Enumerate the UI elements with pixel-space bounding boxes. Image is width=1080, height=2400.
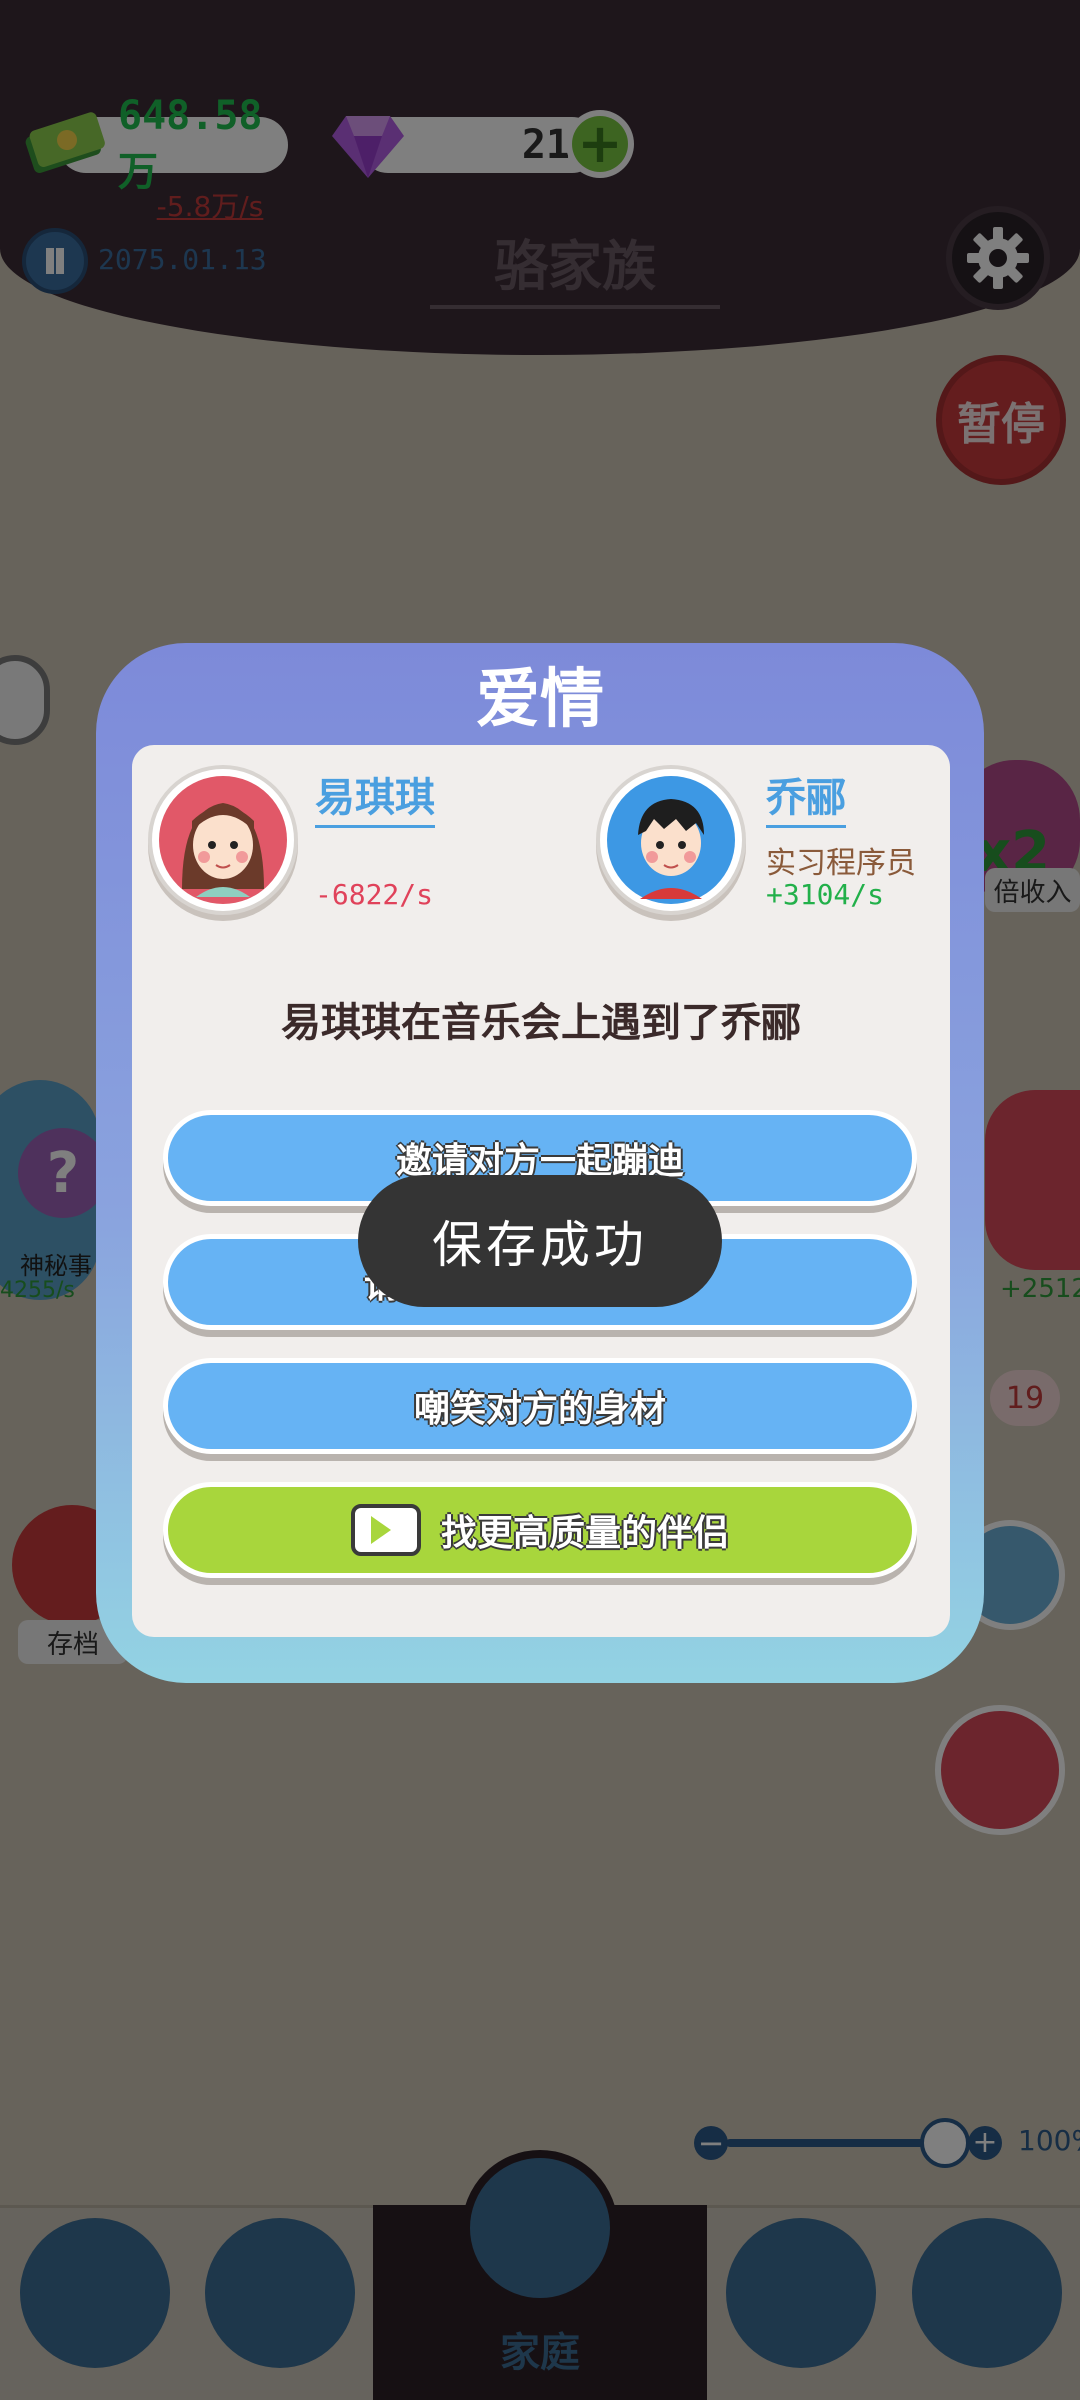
option-label: 找更高质量的伴侣 [440, 1513, 729, 1554]
option-label: 嘲笑对方的身材 [413, 1389, 666, 1430]
right-person-rate: +3104/s [766, 878, 885, 911]
right-person-name: 乔郦 [766, 765, 846, 828]
left-person-name: 易琪琪 [315, 765, 435, 828]
find-better-partner-button[interactable]: 找更高质量的伴侣 [163, 1482, 917, 1578]
toast-text: 保存成功 [432, 1216, 648, 1274]
dialog-title: 爱情 [476, 663, 604, 737]
option-mock-button[interactable]: 嘲笑对方的身材 [163, 1358, 917, 1454]
left-person-rate: -6822/s [315, 878, 434, 911]
right-person-job: 实习程序员 [766, 846, 916, 881]
female-avatar [148, 765, 298, 915]
male-avatar [596, 765, 746, 915]
video-ad-icon [350, 1504, 421, 1556]
event-description: 易琪琪在音乐会上遇到了乔郦 [281, 1000, 801, 1046]
save-success-toast: 保存成功 [358, 1175, 722, 1307]
